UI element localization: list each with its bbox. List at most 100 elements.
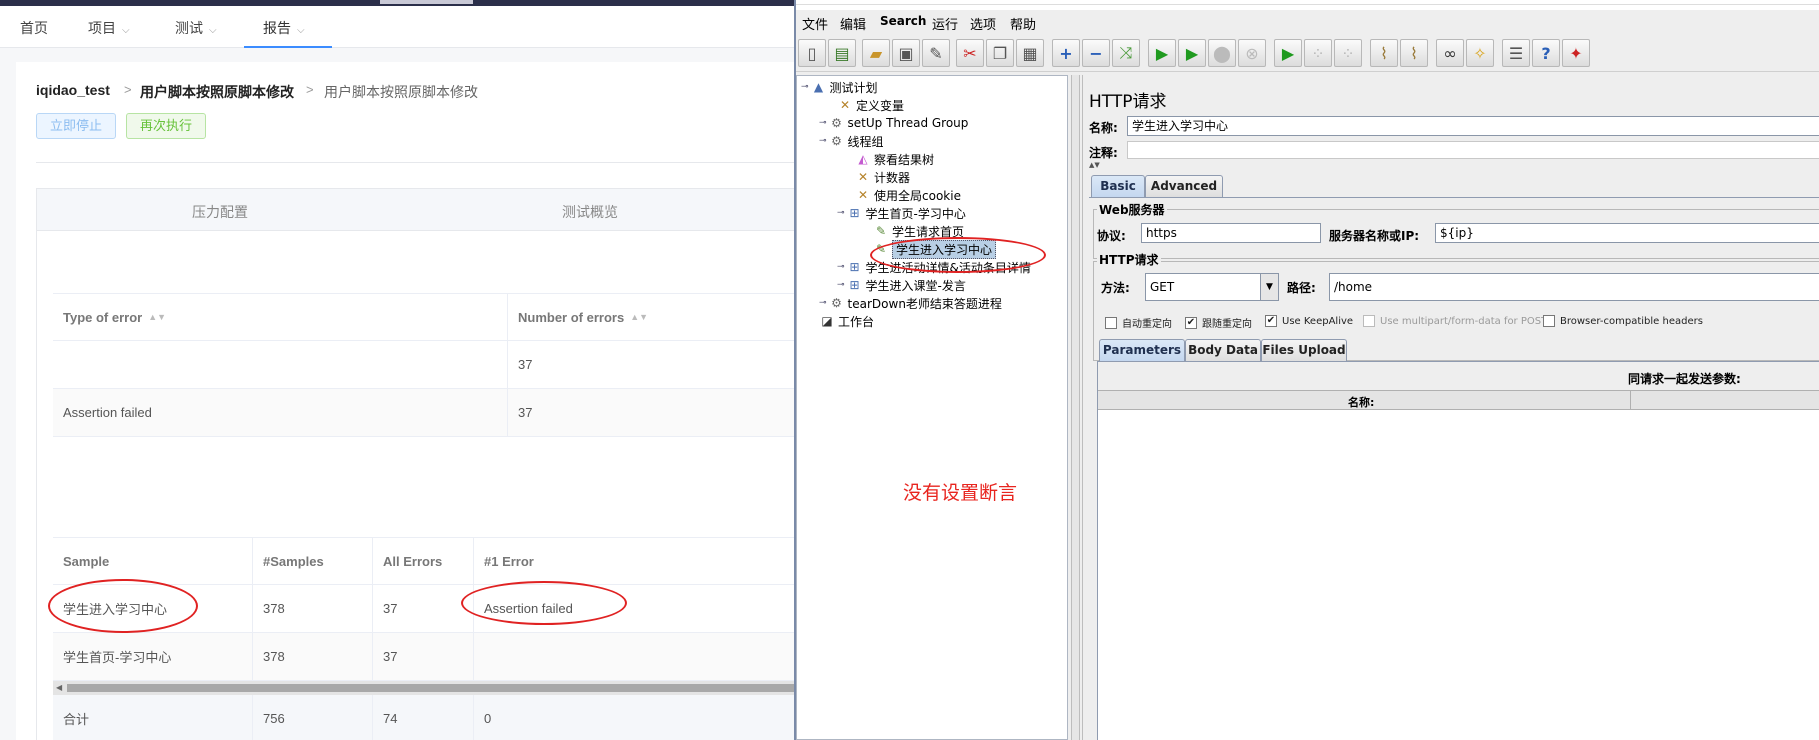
params-table-body[interactable] [1098, 410, 1819, 740]
reset-search-icon[interactable]: ✧ [1466, 39, 1494, 67]
tree-node-controller-home[interactable]: ⊸ ⊞ 学生首页-学习中心 [837, 204, 966, 222]
cut-icon[interactable]: ✂ [956, 39, 984, 67]
web-server-title: Web服务器 [1097, 201, 1167, 218]
dropdown-arrow-icon[interactable]: ▼ [1260, 274, 1278, 300]
browser-headers-checkbox[interactable]: Browser-compatible headers [1543, 315, 1703, 327]
sort-icon[interactable]: ▲▼ [148, 312, 166, 322]
start-icon[interactable]: ▶ [1148, 39, 1176, 67]
tab-basic[interactable]: Basic [1091, 175, 1145, 197]
follow-redirect-checkbox[interactable]: ✔ 跟随重定向 [1185, 315, 1252, 330]
menu-run[interactable]: 运行 [932, 14, 958, 33]
tab-test-overview[interactable]: 测试概览 [562, 202, 618, 222]
breadcrumb-project[interactable]: iqidao_test [36, 82, 110, 98]
sort-icon[interactable]: ▲▼ [630, 312, 648, 322]
clear-icon[interactable]: ⌇ [1370, 39, 1398, 67]
stop-now-button[interactable]: 立即停止 [36, 113, 116, 139]
tab-body-data[interactable]: Body Data [1185, 339, 1261, 361]
function-helper-icon[interactable]: ☰ [1502, 39, 1530, 67]
remote-stop-icon[interactable]: ⁘ [1304, 39, 1332, 67]
tab-load-config[interactable]: 压力配置 [192, 202, 248, 222]
rerun-button[interactable]: 再次执行 [126, 113, 206, 139]
column-header[interactable]: Sample [53, 538, 253, 584]
collapse-icon[interactable]: − [1082, 39, 1110, 67]
expand-icon[interactable]: + [1052, 39, 1080, 67]
column-header[interactable]: #1 Error [474, 538, 795, 584]
nav-tests[interactable]: 测试 ⌵ [175, 18, 217, 38]
nav-home[interactable]: 首页 [20, 18, 48, 38]
table-cell: Assertion failed [53, 389, 508, 436]
clear-all-icon[interactable]: ⌇ [1400, 39, 1428, 67]
http-request-panel: HTTP请求 名称: 学生进入学习中心 注释: ▲▼ Basic Advance… [1082, 75, 1819, 740]
breadcrumb-test[interactable]: 用户脚本按照原脚本修改 [140, 82, 294, 102]
tree-node-define-vars[interactable]: ✕ 定义变量 [837, 96, 904, 114]
open-icon[interactable]: ▰ [862, 39, 890, 67]
menu-options[interactable]: 选项 [970, 14, 996, 33]
column-header[interactable]: All Errors [373, 538, 474, 584]
tab-files-upload[interactable]: Files Upload [1261, 339, 1347, 361]
nav-projects[interactable]: 项目 ⌵ [88, 18, 130, 38]
remote-shutdown-icon[interactable]: ⁘ [1334, 39, 1362, 67]
test-plan-icon: ▲ [813, 80, 824, 94]
search-icon[interactable]: ∞ [1436, 39, 1464, 67]
tab-advanced[interactable]: Advanced [1145, 175, 1223, 197]
collapse-arrows-icon[interactable]: ▲▼ [1089, 161, 1100, 169]
table-header-row: Type of error ▲▼ Number of errors ▲▼ [53, 293, 795, 341]
thread-group-icon: ⚙ [831, 134, 842, 148]
tree-node-test-plan[interactable]: ⊸ ▲ 测试计划 [801, 78, 878, 96]
tree-node-setup-thread-group[interactable]: ⊸ ⚙ setUp Thread Group [819, 114, 968, 132]
keepalive-checkbox[interactable]: ✔ Use KeepAlive [1265, 315, 1353, 327]
multipart-checkbox[interactable]: Use multipart/form-data for POST [1363, 315, 1547, 327]
tree-node-thread-group[interactable]: ⊸ ⚙ 线程组 [819, 132, 884, 150]
auto-redirect-checkbox[interactable]: 自动重定向 [1105, 315, 1172, 330]
tree-toggle-icon[interactable]: ⊸ [801, 82, 809, 92]
column-header[interactable]: Type of error ▲▼ [53, 294, 508, 340]
server-field[interactable]: ${ip} [1435, 223, 1819, 243]
menu-file[interactable]: 文件 [802, 14, 828, 33]
tree-toggle-icon[interactable]: ⊸ [837, 208, 845, 218]
templates-icon[interactable]: ▤ [828, 39, 856, 67]
tree-toggle-icon[interactable]: ⊸ [837, 280, 845, 290]
nav-reports[interactable]: 报告 ⌵ [263, 18, 305, 38]
stop-icon[interactable]: ⬤ [1208, 39, 1236, 67]
path-field[interactable]: /home [1329, 273, 1819, 301]
tree-node-controller-classroom[interactable]: ⊸ ⊞ 学生进入课堂-发言 [837, 276, 966, 294]
menu-search[interactable]: Search [880, 14, 926, 28]
horizontal-scrollbar[interactable]: ◀ [53, 681, 795, 695]
log-icon[interactable]: ✦ [1562, 39, 1590, 67]
new-icon[interactable]: ▯ [798, 39, 826, 67]
tree-toggle-icon[interactable]: ⊸ [819, 136, 827, 146]
comment-field[interactable] [1127, 141, 1819, 159]
column-header[interactable]: Number of errors ▲▼ [508, 294, 795, 340]
tree-node-cookie-manager[interactable]: ✕ 使用全局cookie [855, 186, 961, 204]
tree-node-workbench[interactable]: ◪ 工作台 [819, 312, 874, 330]
tree-toggle-icon[interactable]: ⊸ [819, 298, 827, 308]
tree-toggle-icon[interactable]: ⊸ [819, 118, 827, 128]
scroll-left-arrow-icon[interactable]: ◀ [56, 683, 62, 692]
errors-table: Type of error ▲▼ Number of errors ▲▼ 37 As… [53, 293, 795, 437]
protocol-field[interactable]: https [1141, 223, 1321, 243]
table-cell: 37 [518, 357, 533, 372]
name-field[interactable]: 学生进入学习中心 [1127, 116, 1819, 136]
save-icon[interactable]: ▣ [892, 39, 920, 67]
tree-node-teardown-thread-group[interactable]: ⊸ ⚙ tearDown老师结束答题进程 [819, 294, 1002, 312]
copy-icon[interactable]: ❐ [986, 39, 1014, 67]
protocol-label: 协议: [1097, 229, 1126, 243]
column-header[interactable]: #Samples [253, 538, 373, 584]
toggle-icon[interactable]: ⤨ [1112, 39, 1140, 67]
controller-icon: ⊞ [849, 206, 860, 220]
tree-node-view-results[interactable]: ◭ 察看结果树 [855, 150, 934, 168]
scrollbar-thumb[interactable] [67, 684, 795, 692]
start-no-pause-icon[interactable]: ▶ [1178, 39, 1206, 67]
shutdown-icon[interactable]: ⊗ [1238, 39, 1266, 67]
help-icon[interactable]: ? [1532, 39, 1560, 67]
tree-node-counter[interactable]: ✕ 计数器 [855, 168, 910, 186]
tree-toggle-icon[interactable]: ⊸ [837, 262, 845, 272]
menu-help[interactable]: 帮助 [1010, 14, 1036, 33]
method-select[interactable]: GET ▼ [1145, 273, 1279, 301]
split-pane-divider[interactable] [1071, 75, 1080, 740]
menu-edit[interactable]: 编辑 [840, 14, 866, 33]
tab-parameters[interactable]: Parameters [1099, 339, 1185, 361]
remote-start-icon[interactable]: ▶ [1274, 39, 1302, 67]
paste-icon[interactable]: ▦ [1016, 39, 1044, 67]
save-as-icon[interactable]: ✎ [922, 39, 950, 67]
